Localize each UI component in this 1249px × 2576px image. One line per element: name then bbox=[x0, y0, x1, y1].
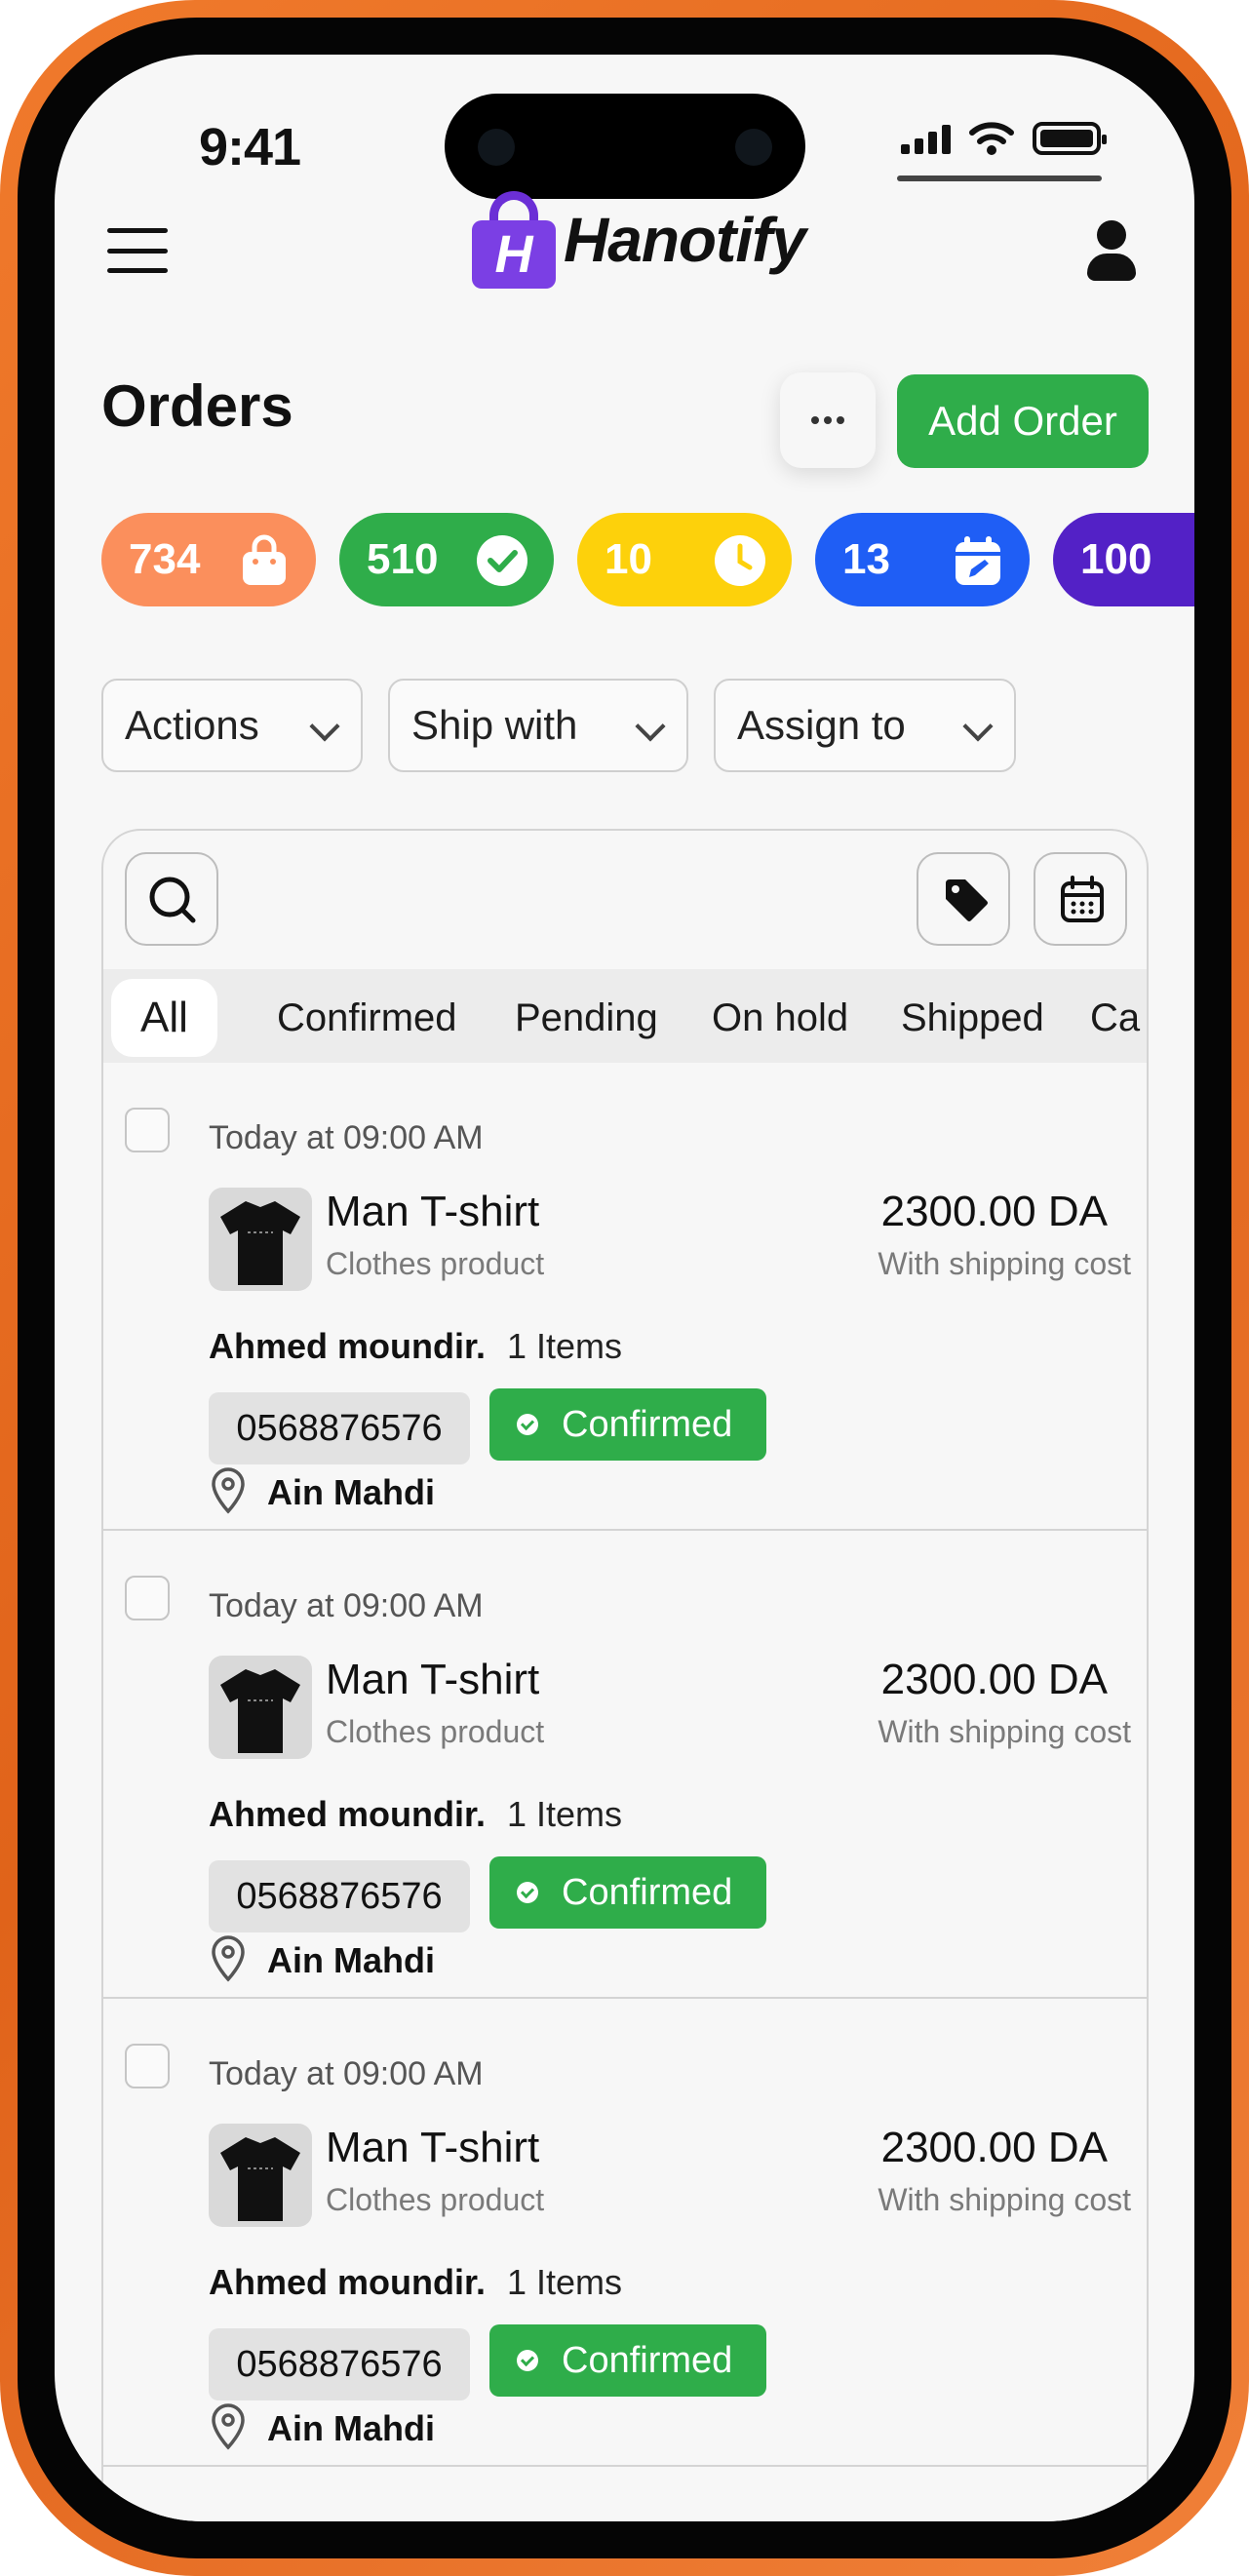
add-order-button[interactable]: Add Order bbox=[897, 374, 1149, 468]
page-title: Orders bbox=[101, 373, 293, 439]
calendar-icon bbox=[1061, 876, 1104, 922]
order-price: 2300.00 DA bbox=[880, 1656, 1108, 1703]
order-location: Ain Mahdi bbox=[267, 1940, 435, 1980]
chevron-down-icon bbox=[962, 711, 994, 742]
status-time: 9:41 bbox=[199, 118, 301, 176]
wifi-icon bbox=[969, 122, 1014, 155]
price-note: With shipping cost bbox=[878, 1714, 1131, 1749]
assign-to-dropdown[interactable]: Assign to bbox=[714, 679, 1016, 772]
tag-icon bbox=[946, 879, 988, 921]
tab-all[interactable]: All bbox=[111, 979, 217, 1057]
customer-phone[interactable]: 0568876576 bbox=[209, 1392, 470, 1464]
clock-icon bbox=[715, 535, 765, 586]
shopping-bag-logo-icon: H bbox=[472, 191, 556, 289]
location-pin-icon bbox=[212, 1935, 245, 1982]
tshirt-icon bbox=[220, 1669, 300, 1753]
app-screen: 9:41 H Hanotify Orders Add Order 734 510… bbox=[55, 55, 1194, 2521]
orders-panel: All Confirmed Pending On hold Shipped Ca… bbox=[101, 829, 1149, 2521]
stat-scheduled-orders[interactable]: 13 bbox=[815, 513, 1030, 606]
brand-logo[interactable]: H Hanotify bbox=[472, 191, 806, 289]
tab-canceled[interactable]: Ca bbox=[1090, 979, 1140, 1057]
tab-shipped[interactable]: Shipped bbox=[901, 979, 1044, 1057]
tshirt-icon bbox=[220, 2137, 300, 2221]
chevron-down-icon bbox=[309, 711, 340, 742]
stat-alert-orders[interactable]: 100 bbox=[1053, 513, 1194, 606]
tag-filter-button[interactable] bbox=[917, 852, 1010, 946]
tab-pending[interactable]: Pending bbox=[515, 979, 658, 1057]
stat-pending-orders[interactable]: 10 bbox=[577, 513, 792, 606]
dynamic-island bbox=[445, 94, 805, 199]
order-card[interactable]: Today at 09:00 AM Man T-shirt Clothes pr… bbox=[103, 1999, 1147, 2467]
tshirt-icon bbox=[220, 1201, 300, 1285]
check-circle-icon bbox=[477, 535, 527, 586]
ship-with-dropdown[interactable]: Ship with bbox=[388, 679, 688, 772]
search-button[interactable] bbox=[125, 852, 218, 946]
check-icon bbox=[517, 1882, 538, 1903]
tab-on-hold[interactable]: On hold bbox=[712, 979, 848, 1057]
status-icons bbox=[901, 121, 1107, 156]
order-location: Ain Mahdi bbox=[267, 2408, 435, 2448]
chevron-down-icon bbox=[635, 711, 666, 742]
customer-phone[interactable]: 0568876576 bbox=[209, 1860, 470, 1932]
more-options-button[interactable] bbox=[780, 372, 876, 468]
order-location: Ain Mahdi bbox=[267, 1472, 435, 1512]
customer-name: Ahmed moundir. bbox=[209, 1326, 487, 1366]
product-category: Clothes product bbox=[326, 1246, 545, 1281]
status-underline bbox=[897, 176, 1102, 181]
location-pin-icon bbox=[212, 1467, 245, 1514]
stat-confirmed-orders[interactable]: 510 bbox=[339, 513, 554, 606]
price-note: With shipping cost bbox=[878, 2182, 1131, 2217]
battery-icon bbox=[1033, 122, 1107, 155]
product-name: Man T-shirt bbox=[326, 1188, 540, 1235]
order-card[interactable]: Today at 09:00 AM Man T-shirt Clothes pr… bbox=[103, 1063, 1147, 1531]
order-checkbox[interactable] bbox=[125, 1108, 170, 1152]
item-count: 1 Items bbox=[507, 2262, 623, 2302]
cellular-signal-icon bbox=[901, 123, 951, 154]
tab-confirmed[interactable]: Confirmed bbox=[277, 979, 457, 1057]
order-price: 2300.00 DA bbox=[880, 1188, 1108, 1235]
sensor-icon bbox=[735, 129, 772, 166]
calendar-edit-icon bbox=[956, 536, 1000, 585]
hamburger-menu-icon[interactable] bbox=[107, 228, 168, 273]
product-image bbox=[209, 2124, 312, 2227]
ellipsis-icon bbox=[811, 416, 819, 424]
status-badge[interactable]: Confirmed bbox=[489, 2324, 766, 2397]
customer-name: Ahmed moundir. bbox=[209, 1794, 487, 1834]
product-name: Man T-shirt bbox=[326, 2124, 540, 2171]
product-image bbox=[209, 1188, 312, 1291]
item-count: 1 Items bbox=[507, 1794, 623, 1834]
stat-total-orders[interactable]: 734 bbox=[101, 513, 316, 606]
order-price: 2300.00 DA bbox=[880, 2124, 1108, 2171]
order-stats-row: 734 510 10 13 100 bbox=[101, 513, 1194, 608]
status-tabs: All Confirmed Pending On hold Shipped Ca bbox=[103, 969, 1147, 1063]
shopping-bag-icon bbox=[243, 534, 286, 585]
order-card[interactable]: Today at 09:00 AM Man T-shirt Clothes pr… bbox=[103, 1531, 1147, 1999]
brand-name: Hanotify bbox=[564, 205, 806, 275]
customer-name: Ahmed moundir. bbox=[209, 2262, 487, 2302]
check-icon bbox=[517, 1414, 538, 1435]
order-time: Today at 09:00 AM bbox=[209, 1119, 484, 1156]
camera-lens-icon bbox=[478, 129, 515, 166]
order-checkbox[interactable] bbox=[125, 2044, 170, 2088]
status-badge[interactable]: Confirmed bbox=[489, 1388, 766, 1461]
product-name: Man T-shirt bbox=[326, 1656, 540, 1703]
order-time: Today at 09:00 AM bbox=[209, 1587, 484, 1624]
status-badge[interactable]: Confirmed bbox=[489, 1856, 766, 1929]
search-icon bbox=[149, 877, 196, 923]
product-category: Clothes product bbox=[326, 1714, 545, 1749]
order-checkbox[interactable] bbox=[125, 1576, 170, 1620]
customer-phone[interactable]: 0568876576 bbox=[209, 2328, 470, 2400]
product-category: Clothes product bbox=[326, 2182, 545, 2217]
order-time: Today at 09:00 AM bbox=[209, 2055, 484, 2092]
price-note: With shipping cost bbox=[878, 1246, 1131, 1281]
check-icon bbox=[517, 2350, 538, 2371]
user-profile-icon[interactable] bbox=[1087, 220, 1136, 285]
date-filter-button[interactable] bbox=[1034, 852, 1127, 946]
location-pin-icon bbox=[212, 2403, 245, 2450]
product-image bbox=[209, 1656, 312, 1759]
alert-icon bbox=[1186, 534, 1194, 587]
actions-dropdown[interactable]: Actions bbox=[101, 679, 363, 772]
item-count: 1 Items bbox=[507, 1326, 623, 1366]
